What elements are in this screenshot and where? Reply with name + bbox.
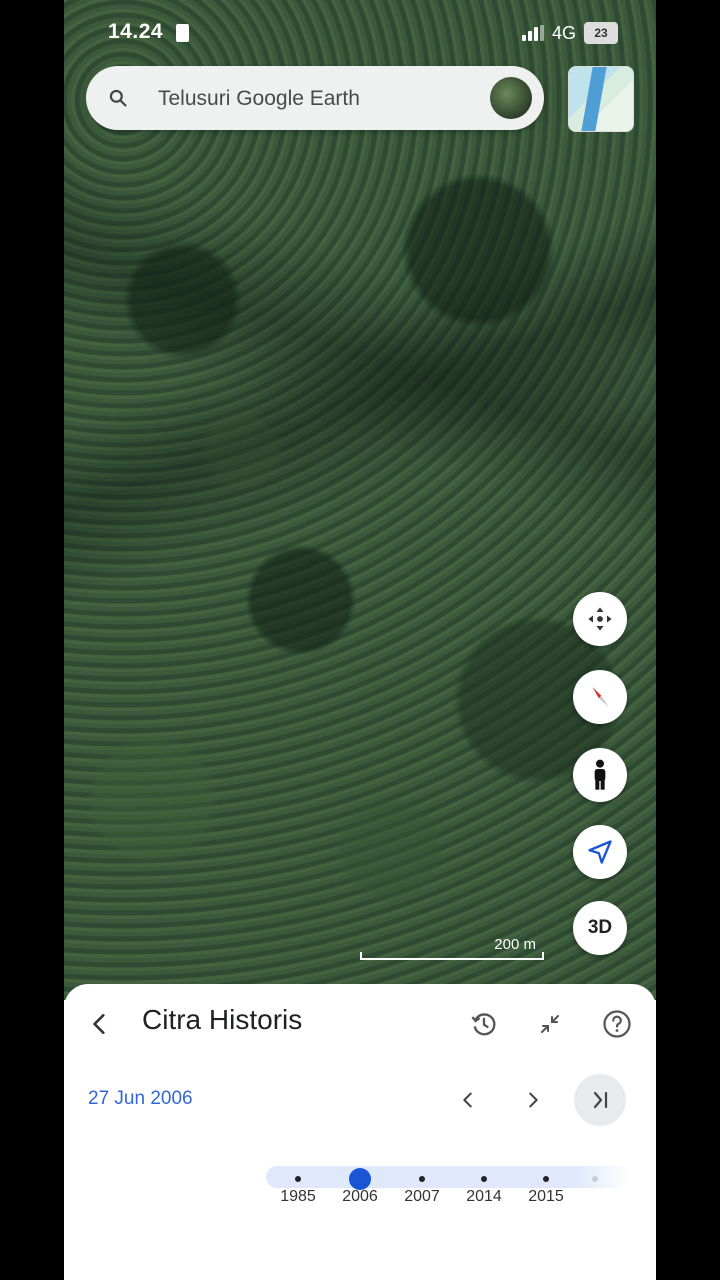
satellite-map[interactable] — [64, 0, 656, 1000]
pegman-icon — [594, 759, 606, 790]
panel-title: Citra Historis — [142, 1004, 303, 1035]
previous-image-button[interactable] — [442, 1074, 494, 1126]
historical-imagery-panel: Citra Historis 27 Jun 2006 1985 2006 200… — [64, 984, 656, 1280]
scale-label: 200 m — [494, 936, 536, 953]
navigation-arrow-icon — [588, 840, 612, 864]
timeline-year[interactable]: 2006 — [335, 1188, 385, 1206]
skip-to-end-icon — [593, 1091, 608, 1109]
timeline-point[interactable] — [419, 1176, 425, 1182]
timeline-point[interactable] — [592, 1176, 598, 1182]
timeline-point[interactable] — [295, 1176, 301, 1182]
search-bar[interactable] — [86, 66, 544, 130]
latest-image-button[interactable] — [574, 1074, 626, 1126]
compass-icon — [592, 687, 609, 707]
timeline-selected-point[interactable] — [349, 1168, 371, 1190]
timeline-year[interactable]: 2014 — [459, 1188, 509, 1206]
search-icon — [109, 89, 127, 107]
app-screen: 14.24 4G 23 3D 200 m Citra Historis — [64, 0, 656, 1280]
map-scale: 200 m — [360, 936, 544, 960]
timeline-year[interactable]: 1985 — [273, 1188, 323, 1206]
avatar[interactable] — [490, 77, 532, 119]
timeline-track[interactable] — [266, 1166, 630, 1188]
sim-card-icon — [176, 24, 189, 42]
next-image-button[interactable] — [507, 1074, 559, 1126]
map-layers-button[interactable] — [568, 66, 634, 132]
compass-button[interactable] — [573, 670, 627, 724]
collapse-button[interactable] — [532, 1006, 568, 1042]
signal-icon — [521, 25, 544, 41]
my-location-button[interactable] — [573, 825, 627, 879]
status-bar: 14.24 4G 23 — [64, 16, 656, 52]
move-arrows-icon — [588, 607, 612, 631]
toggle-3d-button[interactable]: 3D — [573, 901, 627, 955]
network-type: 4G — [551, 22, 576, 43]
chevron-left-icon — [93, 1014, 105, 1034]
street-view-button[interactable] — [573, 748, 627, 802]
timeline-point[interactable] — [543, 1176, 549, 1182]
status-time: 14.24 — [108, 20, 164, 43]
help-icon — [603, 1010, 631, 1038]
history-button[interactable] — [466, 1006, 502, 1042]
scale-bar — [360, 952, 544, 960]
search-input[interactable] — [156, 78, 470, 120]
chevron-left-icon — [463, 1092, 472, 1108]
imagery-date: 27 Jun 2006 — [88, 1088, 193, 1109]
timeline-point[interactable] — [481, 1176, 487, 1182]
back-button[interactable] — [82, 1006, 118, 1042]
help-button[interactable] — [599, 1006, 635, 1042]
collapse-arrows-icon — [541, 1015, 559, 1033]
chevron-right-icon — [529, 1092, 538, 1108]
battery-icon: 23 — [584, 22, 618, 44]
recenter-button[interactable] — [573, 592, 627, 646]
timeline-year[interactable]: 2007 — [397, 1188, 447, 1206]
timeline-year[interactable]: 2015 — [521, 1188, 571, 1206]
history-icon — [471, 1013, 496, 1036]
